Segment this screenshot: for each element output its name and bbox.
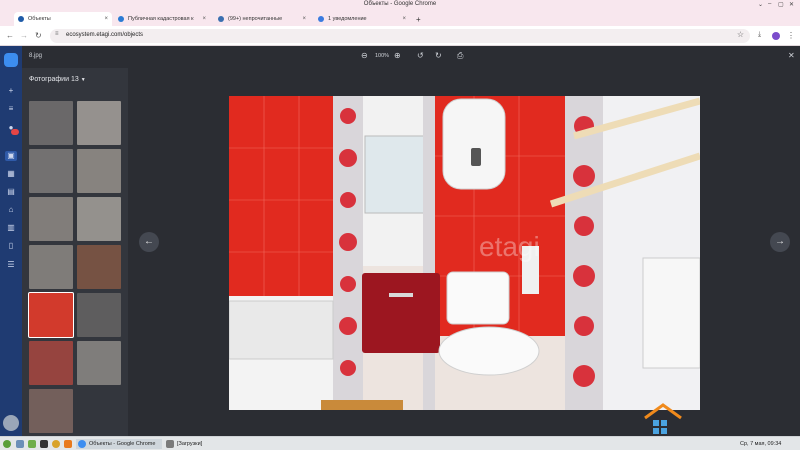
url-text: ecosystem.etagi.com/objects (66, 32, 144, 38)
close-tab-icon[interactable]: × (402, 16, 406, 22)
chevron-down-icon: ▼ (80, 77, 86, 83)
prev-photo-button[interactable]: ← (139, 232, 159, 252)
photo-thumbnail[interactable] (29, 101, 73, 145)
forward-icon[interactable]: → (20, 31, 28, 40)
reload-icon[interactable]: ↻ (35, 31, 42, 40)
tab-label: Публичная кадастровая к (128, 16, 194, 22)
menu-icon[interactable]: ≡ (5, 104, 17, 114)
tab-strip: Объекты × Публичная кадастровая к × (99+… (0, 10, 800, 26)
tab-unread[interactable]: (99+) непрочитанные × (214, 12, 310, 26)
gallery-panel: Фотографии 13 ▼ (22, 68, 128, 436)
etagi-favicon-icon (18, 16, 24, 22)
photo-thumbnail[interactable] (77, 149, 121, 193)
app-sidebar: + ≡ ● ▣ ▦ ▤ ⌂ ▥ ▯ ☰ (0, 46, 22, 436)
new-tab-button[interactable]: + (412, 12, 426, 26)
tab-label: (99+) непрочитанные (228, 16, 283, 22)
close-tab-icon[interactable]: × (104, 16, 108, 22)
notification-favicon-icon (318, 16, 324, 22)
photo-thumbnail[interactable] (28, 292, 74, 338)
close-tab-icon[interactable]: × (202, 16, 206, 22)
close-viewer-icon[interactable]: ✕ (788, 51, 795, 60)
vlc-icon[interactable] (64, 439, 75, 449)
profile-avatar[interactable] (772, 32, 780, 40)
show-desktop-icon[interactable] (16, 439, 27, 449)
photo-thumbnail[interactable] (77, 101, 121, 145)
rotate-left-icon[interactable]: ↺ (417, 51, 424, 60)
tab-label: 1 уведомление (328, 16, 367, 22)
bookmark-star-icon[interactable]: ☆ (737, 30, 744, 39)
chrome-menu-icon[interactable]: ⋮ (787, 31, 795, 40)
print-icon[interactable]: ⎙ (457, 51, 463, 61)
notification-badge (11, 129, 19, 135)
gallery-header[interactable]: Фотографии 13 ▼ (29, 76, 86, 83)
main-photo: etagi (229, 96, 700, 410)
objects-icon[interactable]: ▣ (5, 151, 17, 161)
globe-favicon-icon (118, 16, 124, 22)
etagi-logo[interactable] (4, 53, 18, 67)
next-photo-button[interactable]: → (770, 232, 790, 252)
photo-thumbnail[interactable] (77, 197, 121, 241)
start-menu-icon[interactable] (3, 439, 14, 449)
close-tab-icon[interactable]: × (302, 16, 306, 22)
window-title: Объекты - Google Chrome (363, 1, 437, 7)
documents-icon[interactable]: ▥ (5, 223, 17, 233)
photo-thumbnail[interactable] (29, 197, 73, 241)
omnibox[interactable]: ≡ ecosystem.etagi.com/objects ☆ (50, 29, 750, 43)
calendar-icon[interactable]: ▦ (5, 169, 17, 179)
chrome-icon (78, 440, 86, 448)
tab-cadastral-map[interactable]: Публичная кадастровая к × (114, 12, 210, 26)
etagi-watermark-logo (644, 403, 682, 434)
address-bar: ← → ↻ ≡ ecosystem.etagi.com/objects ☆ ⤓ … (0, 26, 800, 46)
photo-thumbnail[interactable] (29, 149, 73, 193)
photo-thumbnail[interactable] (77, 341, 121, 385)
phone-icon[interactable]: ▯ (5, 241, 17, 251)
photo-thumbnail[interactable] (29, 341, 73, 385)
file-manager-icon[interactable] (28, 439, 39, 449)
maximize-icon[interactable]: ▢ (778, 1, 784, 8)
user-avatar[interactable] (3, 415, 19, 431)
zoom-in-icon[interactable]: ⊕ (394, 51, 401, 60)
close-window-icon[interactable]: ✕ (789, 1, 794, 8)
watermark-text: etagi (479, 231, 540, 262)
photo-thumbnail[interactable] (77, 293, 121, 337)
list-icon[interactable]: ☰ (5, 260, 17, 270)
gallery-title: Фотографии 13 (29, 76, 79, 83)
rotate-right-icon[interactable]: ↻ (435, 51, 442, 60)
site-info-icon[interactable]: ≡ (55, 31, 59, 37)
terminal-icon[interactable] (40, 439, 51, 449)
chrome-icon[interactable] (52, 439, 63, 449)
photo-thumbnail[interactable] (29, 245, 73, 289)
tab-notification[interactable]: 1 уведомление × (314, 12, 410, 26)
tab-label: Объекты (28, 16, 51, 22)
minimize-icon[interactable]: – (768, 1, 771, 7)
tab-objects[interactable]: Объекты × (14, 12, 112, 26)
taskbar-item-label: Объекты - Google Chrome (89, 441, 156, 447)
window-titlebar: Объекты - Google Chrome ⌄ – ▢ ✕ (0, 0, 800, 10)
photo-thumbnail[interactable] (29, 389, 73, 433)
taskbar-item-label: [Загрузки] (177, 441, 203, 447)
zoom-level: 100% (375, 53, 390, 59)
back-icon[interactable]: ← (6, 31, 14, 40)
taskbar-downloads-window[interactable]: [Загрузки] (164, 439, 202, 449)
folder-icon (166, 440, 174, 448)
mail-favicon-icon (218, 16, 224, 22)
add-icon[interactable]: + (5, 86, 17, 96)
os-taskbar: Объекты - Google Chrome [Загрузки] Ср, 7… (0, 436, 800, 450)
zoom-out-icon[interactable]: ⊖ (361, 51, 368, 60)
taskbar-chrome-window[interactable]: Объекты - Google Chrome (76, 439, 162, 449)
photo-thumbnail[interactable] (77, 245, 121, 289)
viewer-toolbar: 8.jpg ⊖ 100% ⊕ ↺ ↻ ⎙ ✕ (22, 46, 800, 68)
file-name: 8.jpg (29, 53, 43, 59)
bathroom-photo: etagi (229, 96, 700, 410)
clock[interactable]: Ср, 7 мая, 09:34 (740, 439, 781, 449)
window-menu-icon[interactable]: ⌄ (758, 1, 763, 8)
download-icon[interactable]: ⤓ (758, 31, 761, 39)
house-icon[interactable]: ⌂ (5, 205, 17, 215)
grid-icon[interactable]: ▤ (5, 187, 17, 197)
